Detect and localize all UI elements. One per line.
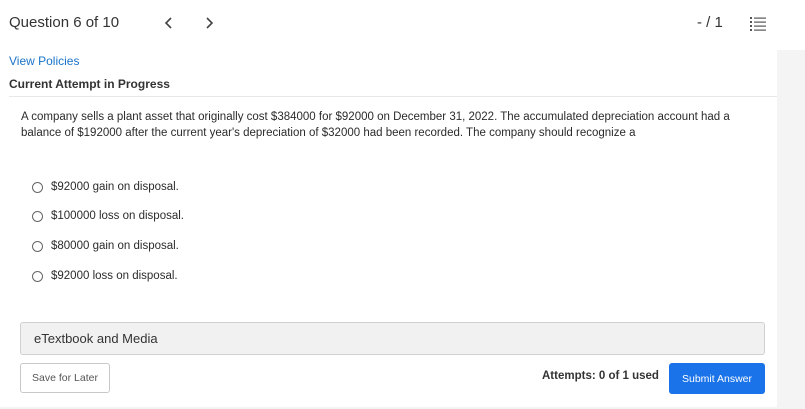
view-policies-link[interactable]: View Policies xyxy=(9,54,79,68)
question-panel: View Policies Current Attempt in Progres… xyxy=(0,50,777,407)
attempt-status: Current Attempt in Progress xyxy=(9,77,170,91)
option-label: $92000 gain on disposal. xyxy=(51,181,179,193)
option-label: $92000 loss on disposal. xyxy=(51,270,178,282)
answer-option-2[interactable]: $100000 loss on disposal. xyxy=(32,207,282,225)
answer-option-3[interactable]: $80000 gain on disposal. xyxy=(32,237,282,255)
option-label: $80000 gain on disposal. xyxy=(51,240,179,252)
chevron-left-icon xyxy=(164,17,172,29)
next-question-button[interactable] xyxy=(200,13,218,33)
radio-button[interactable] xyxy=(32,270,43,282)
score-display: - / 1 xyxy=(697,14,723,31)
radio-button[interactable] xyxy=(32,240,43,252)
etextbook-media-panel[interactable]: eTextbook and Media xyxy=(20,322,765,355)
answer-option-1[interactable]: $92000 gain on disposal. xyxy=(32,178,282,196)
previous-question-button[interactable] xyxy=(160,13,178,33)
numbered-list-icon xyxy=(750,17,766,31)
attempts-counter: Attempts: 0 of 1 used xyxy=(542,370,659,382)
save-for-later-button[interactable]: Save for Later xyxy=(20,363,110,393)
chevron-right-icon xyxy=(206,17,214,29)
question-list-button[interactable] xyxy=(749,15,767,33)
answer-option-4[interactable]: $92000 loss on disposal. xyxy=(32,267,282,285)
radio-button[interactable] xyxy=(32,210,43,222)
submit-answer-button[interactable]: Submit Answer xyxy=(669,363,765,394)
top-bar: Question 6 of 10 - / 1 xyxy=(0,0,805,50)
option-label: $100000 loss on disposal. xyxy=(51,210,184,222)
right-margin xyxy=(777,50,805,409)
question-text: A company sells a plant asset that origi… xyxy=(21,111,730,139)
question-counter: Question 6 of 10 xyxy=(9,14,120,31)
radio-button[interactable] xyxy=(32,181,43,193)
